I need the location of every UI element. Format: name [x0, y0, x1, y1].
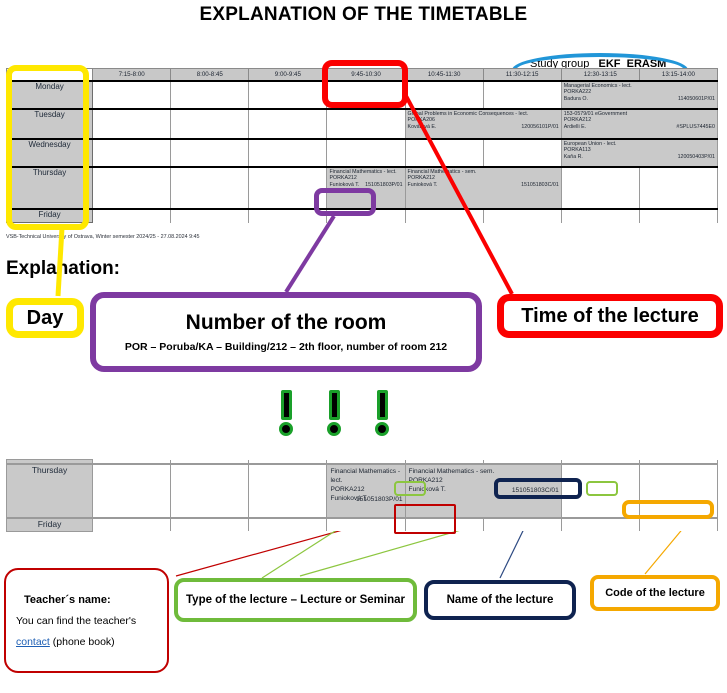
connector-purple: [284, 214, 336, 294]
slot-tuesday-1: [170, 108, 250, 140]
callout-time: Time of the lecture: [497, 294, 723, 338]
timetable-footnote: VSB-Technical University of Ostrava, Win…: [6, 234, 200, 240]
table-row: Friday: [5, 517, 719, 532]
legend-lecture-name: Name of the lecture: [424, 580, 576, 620]
slot-friday-6: [560, 209, 640, 223]
slot-detail-f5: [482, 517, 562, 531]
slot-detail-1: [170, 462, 250, 519]
slot-detail-2: [248, 462, 328, 519]
time-header-7: 13:15-14:00: [638, 68, 719, 82]
event-thursday-finmath-seminar: Financial Mathematics - sem. PORKA212 Fu…: [404, 166, 562, 210]
slot-wednesday-5: [482, 138, 562, 168]
table-row: Wednesday European Union - lect. PORKA11…: [5, 138, 719, 168]
event-wednesday-european-union: European Union - lect. PORKA113 Kaňa R. …: [560, 138, 719, 168]
time-header-2: 9:00-9:45: [248, 68, 328, 82]
slot-detail-f0: [92, 517, 172, 531]
slot-wednesday-2: [248, 138, 328, 168]
slot-wednesday-0: [92, 138, 172, 168]
slot-thursday-6: [560, 166, 640, 210]
time-header-1: 8:00-8:45: [170, 68, 250, 82]
callout-day: Day: [6, 298, 84, 338]
legend-lecture-type-label: Type of the lecture – Lecture or Seminar: [186, 594, 405, 606]
contact-link[interactable]: contact: [16, 636, 50, 648]
slot-detail-f2: [248, 517, 328, 531]
highlight-lecture-type-lect: [394, 481, 426, 496]
event-monday-managerial-economics: Managerial Economics - lect. PORKA222 Ba…: [560, 80, 719, 110]
slot-friday-1: [170, 209, 250, 223]
slot-tuesday-3: [326, 108, 406, 140]
event-code: 151051803C/01: [521, 181, 559, 188]
event-code: 120050403P/01: [677, 153, 715, 160]
event-code: 151051803P/01: [355, 495, 403, 503]
slot-monday-2: [248, 80, 328, 110]
slot-friday-0: [92, 209, 172, 223]
highlight-teacher-name: [394, 504, 456, 534]
time-header-5: 11:30-12:15: [482, 68, 562, 82]
time-header-4: 10:45-11:30: [404, 68, 484, 82]
callout-room-title: Number of the room: [185, 311, 387, 334]
event-code: 114050601P/01: [677, 95, 715, 102]
day-label-friday-detail: Friday: [5, 517, 94, 532]
time-header-highlight-annotation: [322, 60, 408, 108]
slot-detail-f7: [638, 517, 719, 531]
slot-detail-0: [92, 462, 172, 519]
exclamation-icon: [278, 390, 294, 436]
legend-teacher-line3-rest: (phone book): [49, 635, 115, 648]
slot-monday-0: [92, 80, 172, 110]
table-row: Tuesday Global Problems in Economic Cons…: [5, 108, 719, 140]
callout-room-number: Number of the room POR – Poruba/KA – Bui…: [90, 292, 482, 372]
slot-thursday-0: [92, 166, 172, 210]
slot-tuesday-0: [92, 108, 172, 140]
callout-day-label: Day: [26, 306, 64, 329]
slot-tuesday-2: [248, 108, 328, 140]
exclamation-icon: [326, 390, 342, 436]
legend-teacher-title: Teacher´s name:: [24, 593, 111, 606]
highlight-lecture-name: [494, 478, 582, 499]
event-tuesday-egovernment: 153-0579/01 eGovernment PORKA212 Ardiell…: [560, 108, 719, 140]
day-column-highlight-annotation: [6, 65, 89, 230]
event-code: 120056101P/01: [521, 123, 559, 130]
exclamation-icon: [374, 390, 390, 436]
slot-wednesday-4: [404, 138, 484, 168]
slot-detail-f1: [170, 517, 250, 531]
slot-detail-f6: [560, 517, 640, 531]
legend-teacher-name: Teacher´s name: You can find the teacher…: [4, 568, 169, 673]
slot-thursday-7: [638, 166, 719, 210]
legend-teacher-line2: You can find the teacher's: [16, 614, 137, 627]
day-label-thursday-detail: Thursday: [5, 462, 94, 519]
event-code: #SPLUS7445E0: [676, 123, 715, 130]
slot-monday-1: [170, 80, 250, 110]
slot-wednesday-1: [170, 138, 250, 168]
slot-wednesday-3: [326, 138, 406, 168]
legend-lecture-code: Code of the lecture: [590, 575, 720, 611]
page-title: EXPLANATION OF THE TIMETABLE: [199, 4, 528, 25]
event-code: 151051803P/01: [365, 181, 403, 188]
time-header-6: 12:30-13:15: [560, 68, 640, 82]
time-header-0: 7:15-8:00: [92, 68, 172, 82]
highlight-lecture-code: [622, 500, 714, 519]
slot-monday-4: [404, 80, 484, 110]
legend-teacher-line3: contact (phone book): [16, 636, 115, 648]
explanation-heading: Explanation:: [6, 258, 121, 279]
callout-room-subtitle: POR – Poruba/KA – Building/212 – 2th flo…: [124, 341, 448, 353]
event-room: PORKA212: [330, 485, 365, 493]
highlight-lecture-type-sem: [586, 481, 618, 496]
room-number-highlight-annotation: [314, 188, 376, 216]
legend-lecture-name-label: Name of the lecture: [446, 594, 554, 606]
slot-friday-7: [638, 209, 719, 223]
slot-monday-5: [482, 80, 562, 110]
slot-friday-4: [404, 209, 484, 223]
slot-friday-5: [482, 209, 562, 223]
slot-thursday-1: [170, 166, 250, 210]
callout-time-label: Time of the lecture: [521, 304, 699, 327]
legend-lecture-type: Type of the lecture – Lecture or Seminar: [174, 578, 417, 622]
event-name: Financial Mathematics - sem.: [408, 467, 495, 475]
event-tuesday-global-problems: Global Problems in Economic Consequences…: [404, 108, 562, 140]
event-name: Financial Mathematics - lect.: [330, 467, 401, 484]
legend-lecture-code-label: Code of the lecture: [605, 587, 705, 599]
